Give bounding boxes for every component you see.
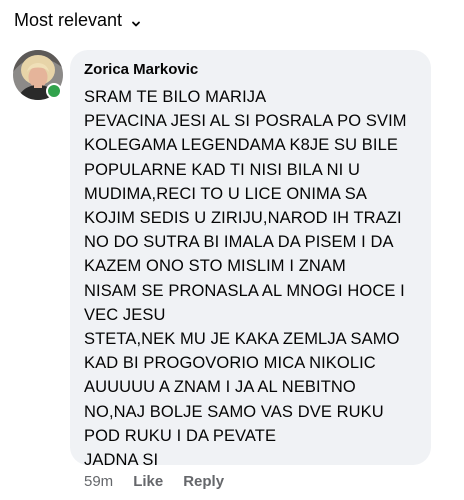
comment-line: MUDIMA,RECI TO U LICE ONIMA SA bbox=[84, 184, 367, 203]
comment-actions: 59m Like Reply bbox=[84, 473, 224, 490]
comment-bubble: Zorica Markovic SRAM TE BILO MARIJA PEVA… bbox=[70, 50, 431, 469]
comment-line: SRAM TE BILO MARIJA bbox=[84, 88, 267, 106]
comment-line: NISAM SE PRONASLA AL MNOGI HOCE I bbox=[84, 281, 405, 300]
comment-timestamp[interactable]: 59m bbox=[84, 473, 113, 490]
comment-line: PEVACINA JESI AL SI POSRALA PO SVIM bbox=[84, 112, 407, 131]
comment-line: JADNA SI bbox=[84, 451, 159, 470]
chevron-down-icon bbox=[130, 14, 142, 26]
comment-line: KAD BI PROGOVORIO MICA NIKOLIC bbox=[84, 354, 376, 373]
comment-line: AUUUUU A ZNAM I JA AL NEBITNO bbox=[84, 378, 356, 397]
comment-line: POPULARNE KAD TI NISI BILA NI U bbox=[84, 160, 361, 179]
comment-line: POD RUKU I DA PEVATE bbox=[84, 426, 277, 445]
comment-line: VEC JESU bbox=[84, 305, 166, 324]
sort-dropdown[interactable]: Most relevant bbox=[14, 10, 142, 31]
comment-line: KAZEM ONO STO MISLIM I ZNAM bbox=[84, 257, 346, 276]
reply-button[interactable]: Reply bbox=[183, 473, 224, 490]
avatar[interactable] bbox=[13, 50, 63, 100]
comment-line: NO,NAJ BOLJE SAMO VAS DVE RUKU bbox=[84, 402, 384, 421]
online-status-icon bbox=[46, 83, 62, 99]
comment-author[interactable]: Zorica Markovic bbox=[84, 61, 419, 79]
comment-line: KOLEGAMA LEGENDAMA K8JE SU BILE bbox=[84, 136, 398, 155]
comment-line: KOJIM SEDIS U ZIRIJU,NAROD IH TRAZI bbox=[84, 209, 402, 228]
comment-text: SRAM TE BILO MARIJA PEVACINA JESI AL SI … bbox=[84, 85, 419, 472]
sort-label: Most relevant bbox=[14, 10, 123, 30]
like-button[interactable]: Like bbox=[133, 473, 163, 490]
comment-line: STETA,NEK MU JE KAKA ZEMLJA SAMO bbox=[84, 330, 400, 349]
comment-line: NO DO SUTRA BI IMALA DA PISEM I DA bbox=[84, 233, 394, 252]
